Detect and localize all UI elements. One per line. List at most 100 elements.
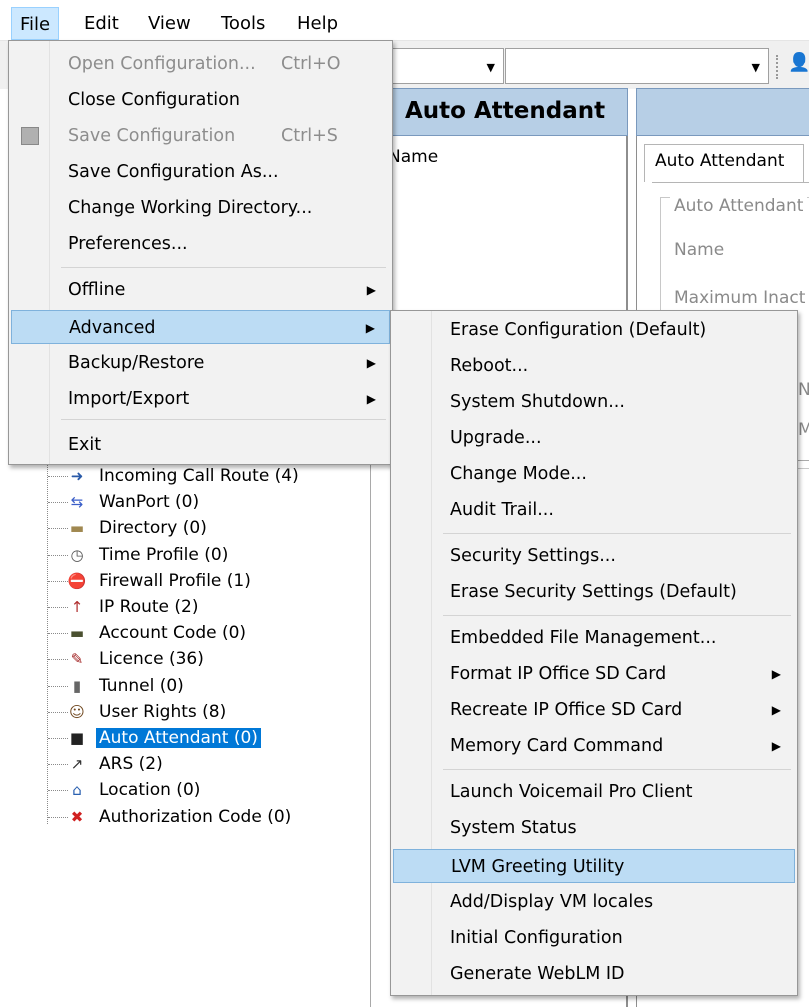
menu-item-backup-restore[interactable]: Backup/Restore ▶ — [11, 346, 390, 380]
menu-item-advanced[interactable]: Advanced ▶ — [11, 310, 390, 344]
menu-item-label: Close Configuration — [68, 90, 240, 110]
menu-item-label: Upgrade... — [450, 428, 542, 448]
menu-help[interactable]: Help — [289, 7, 346, 40]
ars-icon: ↗ — [70, 755, 84, 774]
location-icon: ⌂ — [72, 781, 82, 800]
menu-item-system-status[interactable]: System Status — [393, 811, 795, 845]
menu-item-close-configuration[interactable]: Close Configuration — [11, 83, 390, 117]
menu-item-open-configuration[interactable]: Open Configuration... Ctrl+O — [11, 47, 390, 81]
tab-auto-attendant[interactable]: Auto Attendant — [644, 144, 804, 182]
menu-item-save-configuration[interactable]: Save Configuration Ctrl+S — [11, 119, 390, 153]
menu-item-label: Open Configuration... — [68, 54, 256, 74]
menu-item-format-ip-office-sd-card[interactable]: Format IP Office SD Card ▶ — [393, 657, 795, 691]
ip-route-icon: ↑ — [70, 598, 84, 616]
menu-item-label: Erase Configuration (Default) — [450, 320, 707, 340]
tree-item-label: Licence (36) — [99, 649, 204, 670]
toolbar-combo-1[interactable]: ▼ — [380, 48, 504, 84]
menu-item-add-display-vm-locales[interactable]: Add/Display VM locales — [393, 885, 795, 919]
tree-item-account-code[interactable]: ▬ Account Code (0) — [62, 620, 249, 646]
menu-item-generate-weblm-id[interactable]: Generate WebLM ID — [393, 957, 795, 991]
menu-item-recreate-ip-office-sd-card[interactable]: Recreate IP Office SD Card ▶ — [393, 693, 795, 727]
menu-separator — [443, 615, 791, 616]
menu-separator — [443, 533, 791, 534]
menu-item-label: Generate WebLM ID — [450, 964, 625, 984]
menu-item-change-working-directory[interactable]: Change Working Directory... — [11, 191, 390, 225]
menu-item-initial-configuration[interactable]: Initial Configuration — [393, 921, 795, 955]
tree-item-label: Auto Attendant (0) — [96, 728, 261, 748]
menu-item-memory-card-command[interactable]: Memory Card Command ▶ — [393, 729, 795, 763]
groupbox-title: Auto Attendant — [670, 196, 808, 216]
tree-item-licence[interactable]: ✎ Licence (36) — [62, 646, 207, 672]
menu-item-lvm-greeting-utility[interactable]: LVM Greeting Utility — [393, 849, 795, 883]
menu-item-system-shutdown[interactable]: System Shutdown... — [393, 385, 795, 419]
tree-item-label: ARS (2) — [99, 754, 163, 775]
menu-view[interactable]: View — [140, 7, 199, 40]
clock-icon: ◷ — [70, 545, 84, 564]
tree-item-ars[interactable]: ↗ ARS (2) — [62, 751, 166, 777]
menu-file[interactable]: File — [11, 7, 60, 40]
tree-item-time-profile[interactable]: ◷ Time Profile (0) — [62, 542, 231, 568]
menu-item-erase-security-settings-default[interactable]: Erase Security Settings (Default) — [393, 575, 795, 609]
details-pane-header — [636, 88, 809, 136]
menu-item-label: LVM Greeting Utility — [451, 857, 625, 877]
tree-item-location[interactable]: ⌂ Location (0) — [62, 777, 203, 803]
tree-item-label: IP Route (2) — [99, 597, 199, 617]
directory-icon: ▬ — [69, 519, 85, 538]
menu-item-audit-trail[interactable]: Audit Trail... — [393, 493, 795, 527]
tab-divider — [652, 182, 809, 183]
submenu-arrow-icon: ▶ — [366, 283, 376, 297]
licence-icon: ✎ — [70, 650, 84, 669]
tree-item-firewall-profile[interactable]: ⛔ Firewall Profile (1) — [62, 568, 254, 594]
tree-item-directory[interactable]: ▬ Directory (0) — [62, 515, 210, 541]
menu-item-offline[interactable]: Offline ▶ — [11, 273, 390, 307]
toolbar-user-icon[interactable]: 👤 — [788, 52, 809, 78]
menu-item-label: Save Configuration As... — [68, 162, 279, 182]
tree-item-ip-route[interactable]: ↑ IP Route (2) — [62, 594, 202, 620]
menu-item-label: Reboot... — [450, 356, 529, 376]
tree-connector — [47, 448, 48, 824]
menu-item-label: Advanced — [69, 318, 156, 338]
menu-item-label: Add/Display VM locales — [450, 892, 654, 912]
menu-item-erase-configuration-default[interactable]: Erase Configuration (Default) — [393, 313, 795, 347]
toolbar-combo-2[interactable]: ▼ — [505, 48, 769, 84]
menu-item-label: Exit — [68, 435, 102, 455]
menu-item-label: Memory Card Command — [450, 736, 664, 756]
name-column-header[interactable]: Name — [388, 147, 438, 167]
menu-item-upgrade[interactable]: Upgrade... — [393, 421, 795, 455]
tree-item-incoming-call-route[interactable]: ➜ Incoming Call Route (4) — [62, 463, 302, 489]
menu-item-label: Format IP Office SD Card — [450, 664, 667, 684]
menu-item-security-settings[interactable]: Security Settings... — [393, 539, 795, 573]
tree-item-authorization-code[interactable]: ✖ Authorization Code (0) — [62, 804, 294, 830]
menu-item-preferences[interactable]: Preferences... — [11, 227, 390, 261]
submenu-arrow-icon: ▶ — [366, 392, 376, 406]
menu-item-reboot[interactable]: Reboot... — [393, 349, 795, 383]
menu-item-import-export[interactable]: Import/Export ▶ — [11, 382, 390, 416]
menu-item-label: Recreate IP Office SD Card — [450, 700, 683, 720]
tree-item-label: Tunnel (0) — [99, 675, 184, 696]
field-label-fragment-m: M — [798, 420, 809, 440]
menu-item-label: System Status — [450, 818, 577, 838]
menu-item-label: System Shutdown... — [450, 392, 625, 412]
tree-item-wanport[interactable]: ⇆ WanPort (0) — [62, 489, 202, 515]
menu-item-launch-voicemail-pro-client[interactable]: Launch Voicemail Pro Client — [393, 775, 795, 809]
menu-edit[interactable]: Edit — [76, 7, 127, 40]
menu-item-change-mode[interactable]: Change Mode... — [393, 457, 795, 491]
menu-separator — [443, 769, 791, 770]
tree-item-label: Firewall Profile (1) — [99, 570, 251, 591]
max-inactivity-label: Maximum Inact — [674, 288, 806, 308]
menu-item-label: Import/Export — [68, 389, 190, 409]
menu-item-label: Erase Security Settings (Default) — [450, 582, 737, 602]
submenu-arrow-icon: ▶ — [365, 321, 375, 335]
menu-tools[interactable]: Tools — [213, 7, 273, 40]
menu-item-exit[interactable]: Exit — [11, 428, 390, 462]
tree-item-auto-attendant[interactable]: ■ Auto Attendant (0) — [62, 725, 261, 751]
menu-item-label: Security Settings... — [450, 546, 616, 566]
file-menu: Open Configuration... Ctrl+O Close Configu… — [8, 40, 393, 465]
field-label-fragment-n: N — [798, 380, 809, 400]
menu-item-save-configuration-as[interactable]: Save Configuration As... — [11, 155, 390, 189]
menu-item-embedded-file-management[interactable]: Embedded File Management... — [393, 621, 795, 655]
tree-item-tunnel[interactable]: ▮ Tunnel (0) — [62, 673, 187, 699]
tree-item-user-rights[interactable]: ☺ User Rights (8) — [62, 699, 229, 725]
toolbar-grip — [776, 55, 782, 79]
menu-bar: File Edit View Tools Help — [0, 7, 809, 41]
